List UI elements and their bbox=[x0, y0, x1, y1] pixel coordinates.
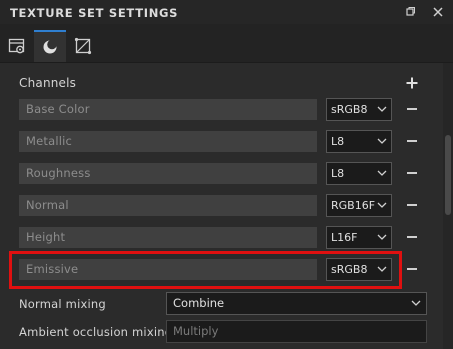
channel-format-select[interactable]: sRGB8 bbox=[326, 98, 392, 121]
tab-bar bbox=[0, 24, 453, 63]
tab-baking[interactable] bbox=[34, 30, 66, 62]
channel-format-value: L8 bbox=[331, 135, 345, 148]
channel-format-select[interactable]: L16F bbox=[326, 226, 392, 249]
channel-format-value: RGB16F bbox=[331, 199, 376, 212]
remove-channel-button[interactable] bbox=[407, 108, 417, 110]
ao-mixing-label: Ambient occlusion mixing bbox=[19, 325, 173, 339]
channel-row-metallic: Metallic L8 bbox=[0, 130, 443, 154]
restore-icon[interactable] bbox=[402, 4, 418, 20]
chevron-down-icon bbox=[377, 138, 387, 144]
uv-icon bbox=[74, 37, 92, 55]
normal-mixing-select[interactable]: Combine bbox=[166, 292, 427, 315]
remove-channel-button[interactable] bbox=[407, 204, 417, 206]
channel-format-select[interactable]: L8 bbox=[326, 162, 392, 185]
channel-format-value: L16F bbox=[331, 231, 358, 244]
tab-texture-set-settings[interactable] bbox=[1, 30, 33, 62]
chevron-down-icon bbox=[377, 106, 387, 112]
title-bar: TEXTURE SET SETTINGS bbox=[0, 0, 453, 24]
channel-name: Roughness bbox=[19, 163, 317, 184]
settings-icon bbox=[8, 38, 25, 54]
normal-mixing-value: Combine bbox=[173, 296, 225, 310]
ao-mixing-value: Multiply bbox=[173, 324, 219, 338]
add-channel-icon[interactable] bbox=[404, 75, 420, 91]
remove-channel-button[interactable] bbox=[407, 172, 417, 174]
channel-format-value: sRGB8 bbox=[331, 103, 368, 116]
channel-row-height: Height L16F bbox=[0, 226, 443, 250]
tab-uv[interactable] bbox=[67, 30, 99, 62]
channel-row-roughness: Roughness L8 bbox=[0, 162, 443, 186]
channel-row-normal: Normal RGB16F bbox=[0, 194, 443, 218]
remove-channel-button[interactable] bbox=[407, 236, 417, 238]
channel-format-select[interactable]: RGB16F bbox=[326, 194, 392, 217]
ao-mixing-select[interactable]: Multiply bbox=[166, 320, 427, 343]
channel-name: Base Color bbox=[19, 99, 317, 120]
chevron-down-icon bbox=[377, 202, 387, 208]
scrollbar-thumb[interactable] bbox=[445, 135, 451, 215]
chevron-down-icon bbox=[411, 300, 421, 306]
channel-row-base-color: Base Color sRGB8 bbox=[0, 98, 443, 122]
channel-name: Height bbox=[19, 227, 317, 248]
channel-name: Normal bbox=[19, 195, 317, 216]
chevron-down-icon bbox=[377, 234, 387, 240]
channel-format-select[interactable]: L8 bbox=[326, 130, 392, 153]
chevron-down-icon bbox=[377, 170, 387, 176]
channels-header: Channels bbox=[19, 76, 77, 90]
close-icon[interactable] bbox=[430, 4, 446, 20]
remove-channel-button[interactable] bbox=[407, 140, 417, 142]
panel-title: TEXTURE SET SETTINGS bbox=[10, 6, 179, 20]
bake-icon bbox=[43, 39, 57, 54]
channel-format-value: L8 bbox=[331, 167, 345, 180]
channel-name: Metallic bbox=[19, 131, 317, 152]
normal-mixing-label: Normal mixing bbox=[19, 297, 106, 311]
emissive-highlight-box bbox=[9, 251, 402, 289]
remove-channel-button[interactable] bbox=[407, 268, 417, 270]
